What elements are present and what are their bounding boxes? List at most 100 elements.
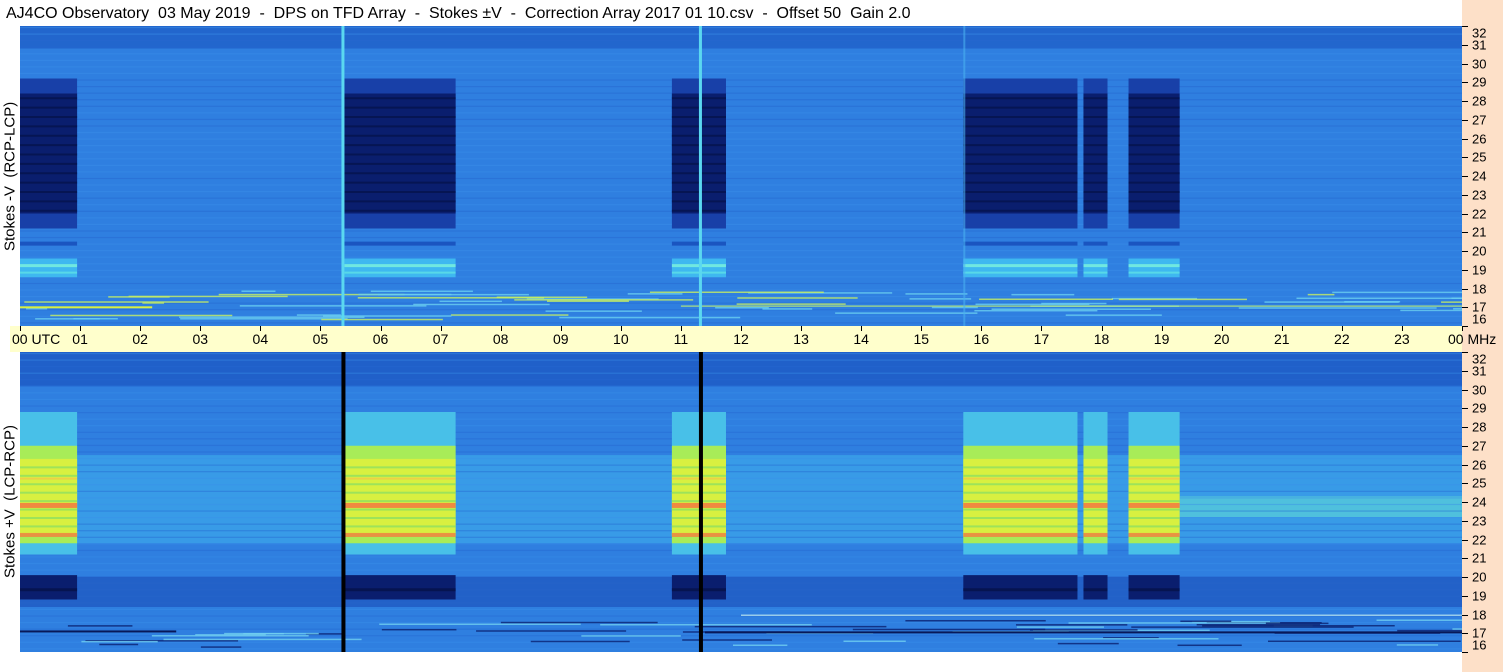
heatmap-cell: [963, 106, 1078, 109]
heatmap-streak: [1015, 624, 1128, 626]
heatmap-cell: [963, 97, 1078, 100]
heatmap-cell: [1083, 106, 1108, 109]
heatmap-cell: [344, 181, 456, 184]
heatmap-streak: [20, 477, 1462, 479]
heatmap-cell: [963, 500, 1078, 503]
heatmap-streak: [20, 112, 1462, 114]
heatmap-streak: [852, 628, 1046, 631]
heatmap-streak: [20, 425, 1462, 427]
heatmap-streak: [20, 289, 1462, 291]
heatmap-streak: [514, 299, 694, 301]
frequency-tick-label: 28: [1472, 419, 1487, 435]
heatmap-streak: [20, 366, 1462, 368]
heatmap-cell: [1083, 458, 1108, 536]
heatmap-streak: [500, 621, 658, 624]
heatmap-cell: [20, 575, 78, 600]
frequency-tick-mark: [1462, 633, 1468, 635]
heatmap-streak: [20, 457, 1462, 460]
heatmap-cell: [1128, 517, 1180, 519]
heatmap-streak: [20, 484, 1462, 486]
heatmap-streak: [1296, 297, 1462, 300]
heatmap-streak: [835, 312, 978, 314]
heatmap-streak: [1238, 307, 1437, 309]
frequency-tick-mark: [1462, 138, 1468, 140]
heatmap-cell: [1083, 508, 1108, 511]
heatmap-streak: [73, 317, 118, 320]
time-tick-label: 00 UTC: [12, 331, 61, 347]
time-tick-label: 22: [1334, 331, 1350, 347]
heatmap-streak: [20, 177, 1462, 180]
heatmap-streak: [20, 26, 1462, 29]
heatmap-streak: [20, 352, 1462, 355]
frequency-tick-label: 19: [1472, 262, 1487, 278]
heatmap-cell: [344, 271, 456, 274]
heatmap-cell: [963, 458, 1078, 536]
heatmap-cell: [963, 532, 1078, 537]
heatmap-cell: [963, 483, 1078, 486]
heatmap-streak: [1034, 638, 1219, 640]
heatmap-cell: [1128, 466, 1180, 469]
heatmap-cell: [963, 588, 1078, 592]
heatmap-streak: [979, 298, 1114, 301]
heatmap-cell: [1083, 172, 1108, 175]
heatmap-cell: [20, 588, 78, 592]
time-tick-label: 21: [1273, 331, 1290, 347]
heatmap-cell: [963, 508, 1078, 511]
heatmap-streak: [1344, 301, 1401, 303]
time-tick-mark: [861, 326, 863, 331]
frequency-tick-label: 21: [1472, 550, 1487, 566]
heatmap-streak: [736, 303, 846, 305]
heatmap-cell: [1128, 575, 1180, 600]
heatmap-streak: [20, 556, 1462, 558]
heatmap-cell: [20, 483, 78, 486]
heatmap-band: [20, 577, 1462, 607]
heatmap-streak: [20, 210, 1462, 212]
heatmap-streak: [20, 523, 1462, 525]
heatmap-cell: [1083, 491, 1108, 494]
heatmap-cell: [1128, 200, 1180, 203]
time-tick-mark: [1341, 326, 1343, 331]
time-tick-label: 04: [252, 331, 269, 347]
heatmap-cell: [20, 191, 78, 193]
heatmap-streak: [99, 643, 139, 646]
heatmap-streak: [991, 308, 1151, 310]
heatmap-cell: [344, 241, 456, 246]
heatmap-streak: [20, 164, 1462, 166]
heatmap-streak: [1196, 623, 1321, 626]
heatmap-cell: [1083, 153, 1108, 156]
chart-title: AJ4CO Observatory 03 May 2019 - DPS on T…: [6, 5, 911, 22]
time-tick-mark: [260, 326, 262, 331]
heatmap-streak: [1180, 620, 1232, 623]
heatmap-streak: [931, 306, 978, 309]
heatmap-interference-line: [698, 26, 702, 326]
heatmap-cell: [1083, 125, 1108, 128]
heatmap-streak: [1400, 309, 1462, 312]
heatmap-streak: [20, 223, 1462, 226]
heatmap-streak: [741, 614, 1462, 616]
heatmap-streak: [694, 625, 887, 628]
heatmap-cell: [1128, 258, 1180, 278]
time-tick-label: 01: [72, 331, 88, 347]
bottom-panel-label: Stokes +V (LCP-RCP): [1, 425, 19, 579]
heatmap-cell: [344, 483, 456, 486]
heatmap-cell: [20, 491, 78, 494]
heatmap-streak: [20, 451, 1462, 453]
heatmap-streak: [20, 86, 1462, 88]
frequency-tick-mark: [1462, 483, 1468, 485]
heatmap-streak: [1441, 301, 1462, 303]
frequency-tick-label: 22: [1472, 532, 1487, 547]
heatmap-streak: [1452, 628, 1462, 630]
heatmap-cell: [344, 172, 456, 175]
heatmap-cell: [963, 191, 1078, 193]
heatmap-streak: [20, 99, 1462, 101]
heatmap-streak: [20, 256, 1462, 258]
heatmap-streak: [682, 639, 772, 641]
heatmap-cell: [344, 191, 456, 193]
heatmap-cell: [20, 172, 78, 175]
heatmap-streak: [737, 297, 858, 299]
time-tick-mark: [1161, 326, 1163, 331]
heatmap-streak: [20, 118, 1462, 121]
heatmap-streak: [20, 59, 1462, 61]
heatmap-streak: [20, 204, 1462, 206]
heatmap-streak: [20, 250, 1462, 252]
